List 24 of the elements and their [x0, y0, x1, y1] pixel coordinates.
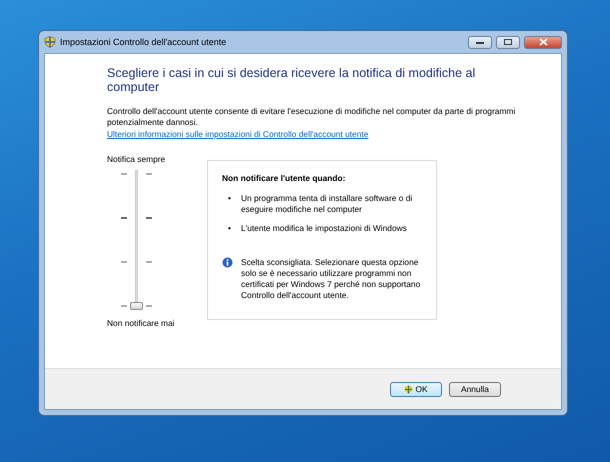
- info-link[interactable]: Ulteriori informazioni sulle impostazioni di Controllo dell'account utente: [107, 128, 521, 139]
- panel-title: Non notificare l'utente quando:: [222, 172, 346, 183]
- window-title: Impostazioni Controllo dell'account utente: [60, 37, 228, 47]
- maximize-icon: [504, 39, 512, 45]
- bullet-text: Un programma tenta di installare software o di eseguire modifiche nel computer: [240, 192, 414, 215]
- warning-note: Scelta sconsigliata. Selezionare questa opzione solo se è necessario utilizzare programmi non certificati per Windows 7 perché non supportano Controllo dell'account utente.: [241, 257, 422, 301]
- slider-thumb[interactable]: [130, 302, 143, 310]
- shield-icon: [404, 384, 414, 394]
- cancel-button[interactable]: Annulla: [449, 382, 501, 396]
- bullet-text: L'utente modifica le impostazioni di Windows: [240, 222, 407, 234]
- info-icon: [222, 257, 233, 268]
- bullet-marker: •: [228, 222, 231, 234]
- maximize-button[interactable]: [496, 36, 520, 48]
- shield-icon: [44, 36, 56, 48]
- minimize-icon: [476, 40, 484, 44]
- close-button[interactable]: [524, 36, 562, 48]
- slider-bottom-label: Non notificare mai: [107, 318, 174, 328]
- description-text: Controllo dell'account utente consente di evitare l'esecuzione di modifiche nel computer da parte di programmi potenzialmente dannosi.: [107, 106, 516, 128]
- ok-button[interactable]: OK: [390, 382, 442, 396]
- dialog-heading: Scegliere i casi in cui si desidera ricevere la notifica di modifiche al computer: [107, 66, 476, 94]
- slider-top-label: Notifica sempre: [107, 154, 166, 164]
- bullet-marker: •: [228, 192, 231, 205]
- close-icon: [538, 38, 548, 46]
- minimize-button[interactable]: [468, 36, 492, 48]
